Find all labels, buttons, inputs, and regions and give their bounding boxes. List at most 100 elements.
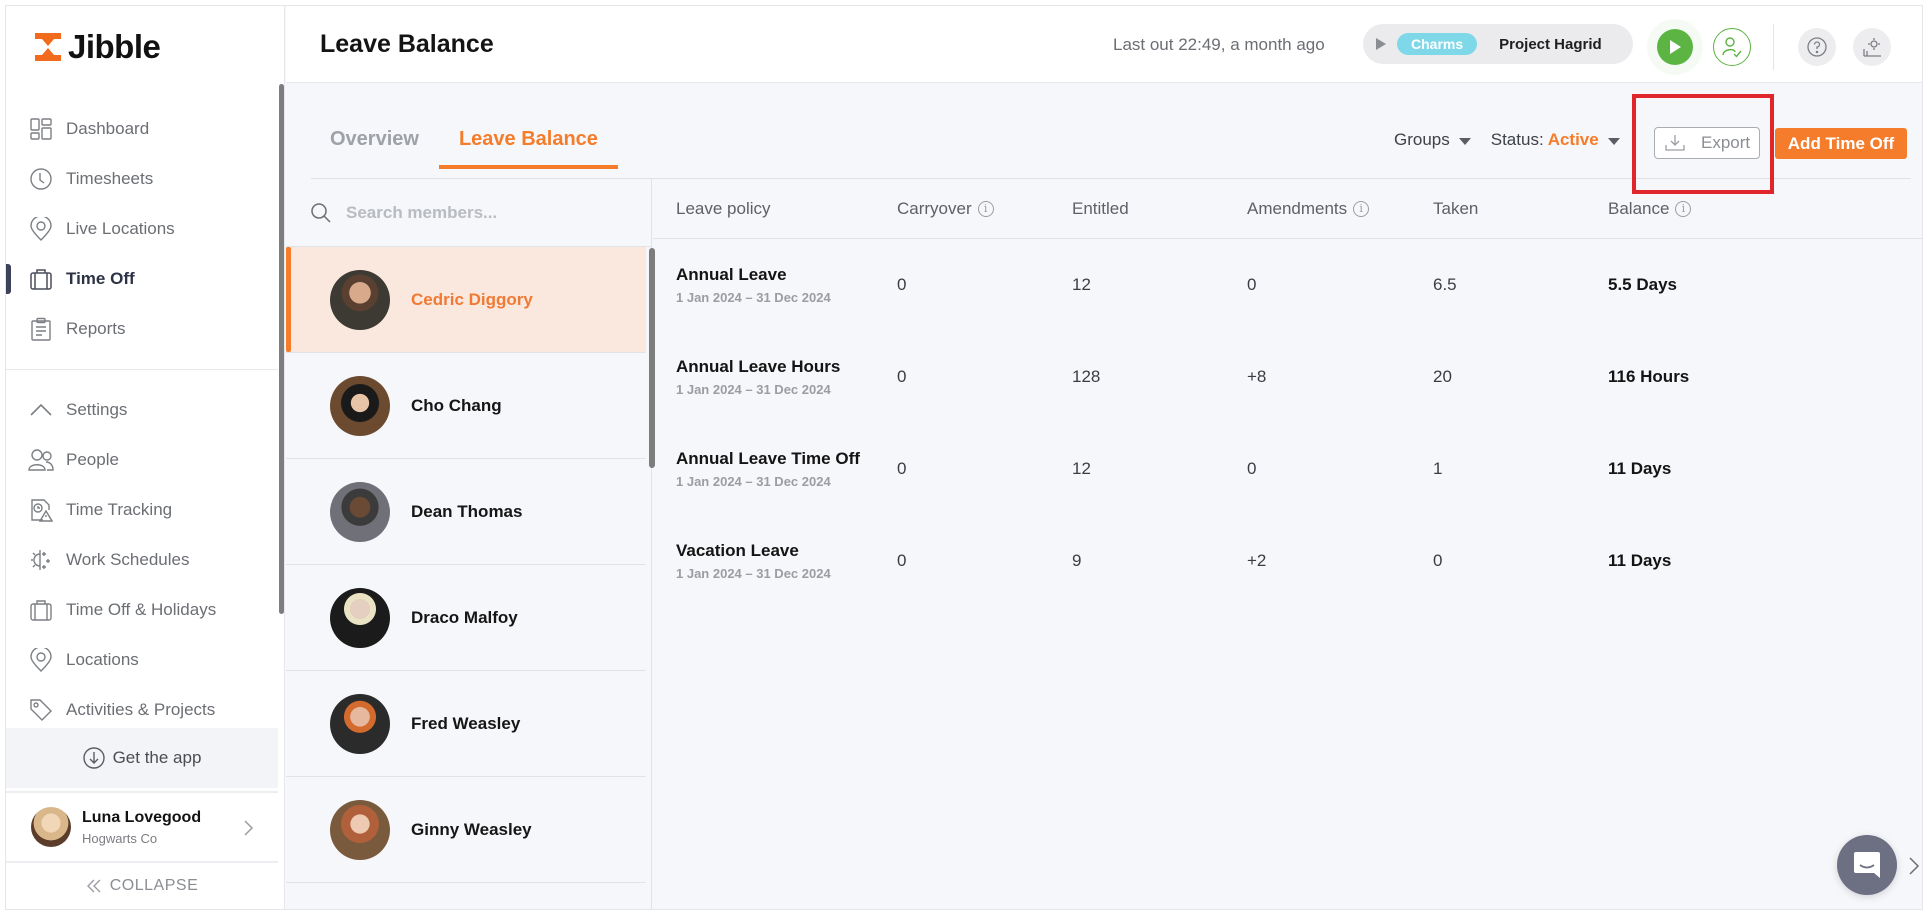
start-timer-button[interactable] — [1657, 29, 1693, 65]
policy-period: 1 Jan 2024 – 31 Dec 2024 — [676, 290, 831, 305]
sidebar-item-label: Activities & Projects — [66, 700, 216, 719]
export-button[interactable]: Export — [1654, 127, 1760, 159]
sidebar-item-settings[interactable]: Settings — [6, 385, 278, 435]
org-settings-button[interactable] — [1853, 28, 1891, 66]
status-filter[interactable]: Status: Active — [1491, 130, 1620, 150]
sidebar-divider — [6, 369, 278, 370]
export-label: Export — [1701, 133, 1751, 152]
view-tabs: Overview Leave Balance — [308, 116, 618, 169]
download-circle-icon — [82, 747, 105, 769]
column-header-label: Amendments — [1247, 198, 1348, 218]
chat-support-button[interactable] — [1837, 835, 1897, 895]
taken-cell: 0 — [1433, 551, 1443, 570]
dashboard-icon — [28, 116, 54, 142]
policy-period: 1 Jan 2024 – 31 Dec 2024 — [676, 474, 831, 489]
clock-in-member-button[interactable] — [1713, 28, 1751, 66]
avatar — [330, 481, 390, 542]
column-header-label: Balance — [1608, 198, 1670, 218]
sidebar: Jibble Dashboard Timesheets Live Locatio… — [6, 6, 285, 909]
groups-filter-label: Groups — [1394, 130, 1450, 149]
tab-leave-balance[interactable]: Leave Balance — [438, 116, 618, 169]
info-icon[interactable]: i — [977, 200, 994, 217]
sidebar-item-label: Live Locations — [66, 219, 175, 238]
app-window: Jibble Dashboard Timesheets Live Locatio… — [5, 5, 1923, 910]
table-row[interactable]: Annual Leave Time Off 1 Jan 2024 – 31 De… — [653, 423, 1922, 515]
sidebar-item-label: Work Schedules — [66, 550, 190, 569]
groups-filter[interactable]: Groups — [1394, 130, 1471, 150]
amendments-cell: +2 — [1247, 551, 1267, 570]
member-list-item[interactable]: Dean Thomas — [286, 459, 646, 565]
jibble-logo[interactable]: Jibble — [34, 28, 161, 66]
activity-project-selector[interactable]: Charms Project Hagrid — [1363, 24, 1633, 64]
search-icon — [311, 202, 331, 223]
user-profile[interactable]: Luna Lovegood Hogwarts Co — [6, 791, 278, 863]
sidebar-item-label: Time Off & Holidays — [66, 600, 217, 619]
column-header-label: Leave policy — [676, 198, 771, 218]
member-list-item[interactable]: Ginny Weasley — [286, 777, 646, 883]
carryover-cell: 0 — [897, 275, 907, 294]
sidebar-item-time-off[interactable]: Time Off — [6, 254, 278, 304]
balance-cell: 11 Days — [1608, 459, 1672, 478]
sidebar-item-timesheets[interactable]: Timesheets — [6, 154, 278, 204]
tag-icon — [28, 697, 54, 723]
add-time-off-button[interactable]: Add Time Off — [1775, 128, 1907, 159]
chevron-right-icon[interactable] — [1908, 856, 1920, 876]
caret-down-icon — [1607, 137, 1620, 145]
policy-name: Annual Leave Hours — [676, 357, 841, 376]
member-list-item[interactable]: Cho Chang — [286, 353, 646, 459]
amendments-cell: 0 — [1247, 275, 1257, 294]
amendments-cell: 0 — [1247, 459, 1257, 478]
sidebar-item-locations[interactable]: Locations — [6, 635, 278, 685]
play-small-icon — [1376, 38, 1386, 50]
sidebar-item-time-tracking[interactable]: Time Tracking — [6, 485, 278, 535]
leave-policy-cell: Annual Leave Time Off 1 Jan 2024 – 31 De… — [653, 449, 897, 489]
taken-cell: 1 — [1433, 459, 1443, 478]
sidebar-scrollbar[interactable] — [279, 84, 284, 614]
jibble-logo-icon — [35, 33, 61, 61]
balance-cell: 116 Hours — [1608, 367, 1690, 386]
carryover-cell: 0 — [897, 551, 907, 570]
policy-name: Vacation Leave — [676, 541, 799, 560]
entitled-cell: 12 — [1072, 275, 1091, 294]
location-pin-icon — [28, 216, 54, 242]
avatar — [330, 693, 390, 754]
member-name: Cedric Diggory — [411, 289, 533, 309]
member-list-item[interactable]: Draco Malfoy — [286, 565, 646, 671]
collapse-sidebar-button[interactable]: COLLAPSE — [6, 866, 278, 906]
carryover-cell: 0 — [897, 459, 907, 478]
user-name: Luna Lovegood — [82, 808, 202, 826]
member-list-item[interactable]: Fred Weasley — [286, 671, 646, 777]
member-list-item[interactable]: Cedric Diggory — [286, 247, 646, 353]
tab-overview[interactable]: Overview — [308, 116, 439, 167]
table-row[interactable]: Annual Leave 1 Jan 2024 – 31 Dec 2024 0 … — [653, 239, 1922, 331]
top-header: Leave Balance Last out 22:49, a month ag… — [286, 6, 1922, 83]
chat-icon — [1854, 852, 1880, 878]
leave-policy-cell: Annual Leave Hours 1 Jan 2024 – 31 Dec 2… — [653, 357, 897, 397]
table-header: Leave policy Carryover i Entitled Amendme… — [653, 179, 1922, 239]
table-row[interactable]: Annual Leave Hours 1 Jan 2024 – 31 Dec 2… — [653, 331, 1922, 423]
column-header-taken: Taken — [1433, 199, 1608, 219]
user-check-icon — [1722, 37, 1742, 58]
info-icon[interactable]: i — [1353, 200, 1370, 217]
table-row[interactable]: Vacation Leave 1 Jan 2024 – 31 Dec 2024 … — [653, 515, 1922, 607]
sidebar-item-dashboard[interactable]: Dashboard — [6, 104, 278, 154]
column-header-balance: Balance i — [1608, 199, 1808, 219]
sidebar-item-live-locations[interactable]: Live Locations — [6, 204, 278, 254]
column-header-label: Carryover — [897, 198, 972, 218]
policy-period: 1 Jan 2024 – 31 Dec 2024 — [676, 566, 831, 581]
sidebar-item-work-schedules[interactable]: Work Schedules — [6, 535, 278, 585]
header-divider — [1773, 24, 1774, 70]
chevron-right-icon — [244, 820, 254, 836]
search-members-input[interactable] — [346, 202, 626, 223]
project-name: Project Hagrid — [1499, 35, 1602, 53]
help-button[interactable] — [1798, 28, 1836, 66]
sidebar-item-time-off-holidays[interactable]: Time Off & Holidays — [6, 585, 278, 635]
avatar — [330, 587, 390, 648]
location-pin-icon — [28, 647, 54, 673]
info-icon[interactable]: i — [1675, 200, 1692, 217]
sidebar-item-people[interactable]: People — [6, 435, 278, 485]
collapse-label: COLLAPSE — [109, 877, 199, 894]
member-name: Ginny Weasley — [411, 819, 532, 839]
get-the-app-button[interactable]: Get the app — [6, 728, 278, 788]
sidebar-item-reports[interactable]: Reports — [6, 304, 278, 354]
